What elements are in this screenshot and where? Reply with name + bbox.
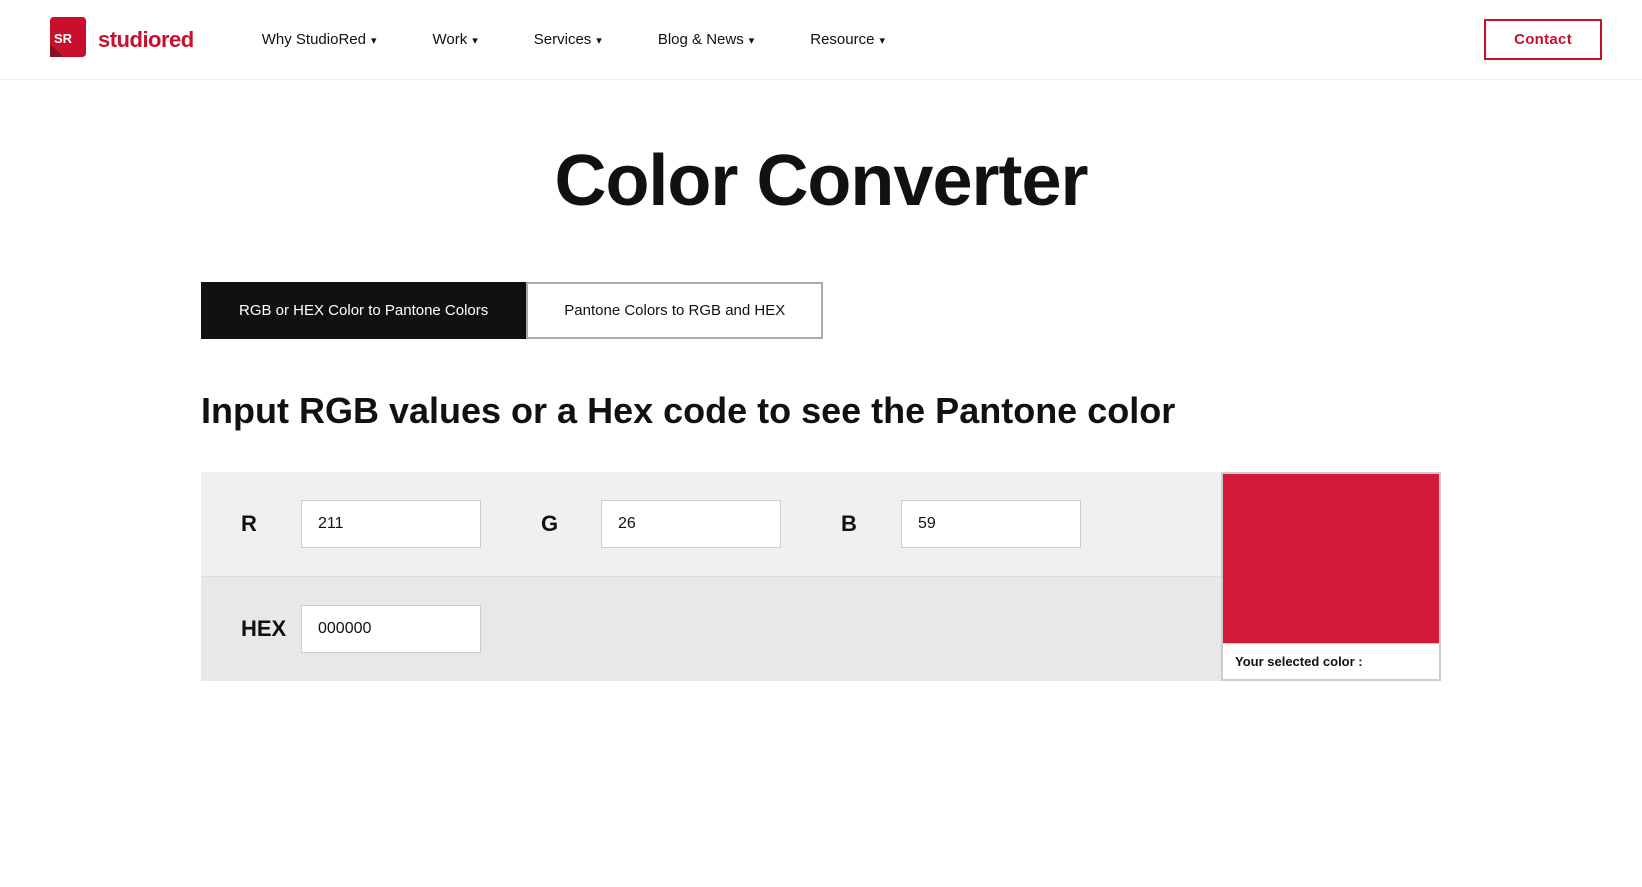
logo-text: studiored (98, 27, 194, 53)
logo-icon: SR (40, 13, 94, 67)
input-section: R G B HEX Your selected color : (201, 472, 1441, 681)
section-subtitle: Input RGB values or a Hex code to see th… (201, 389, 1441, 432)
hex-label: HEX (241, 616, 301, 642)
g-input[interactable] (601, 500, 781, 548)
b-label: B (841, 511, 901, 537)
nav-item-services[interactable]: Services ▾ (506, 0, 630, 80)
nav-item-work[interactable]: Work ▾ (405, 0, 506, 80)
svg-text:SR: SR (54, 31, 73, 46)
chevron-down-icon: ▾ (472, 34, 478, 47)
navigation: SR studiored Why StudioRed ▾ Work ▾ Serv… (0, 0, 1642, 80)
contact-button[interactable]: Contact (1484, 19, 1602, 60)
b-input[interactable] (901, 500, 1081, 548)
chevron-down-icon: ▾ (749, 34, 755, 47)
nav-item-resource[interactable]: Resource ▾ (782, 0, 913, 80)
input-fields: R G B HEX (201, 472, 1221, 681)
color-swatch (1223, 474, 1439, 643)
chevron-down-icon: ▾ (879, 34, 885, 47)
color-preview-panel: Your selected color : (1221, 472, 1441, 681)
nav-item-why[interactable]: Why StudioRed ▾ (234, 0, 405, 80)
page-title: Color Converter (201, 140, 1441, 222)
r-label: R (241, 511, 301, 537)
tab-pantone-to-rgb[interactable]: Pantone Colors to RGB and HEX (526, 282, 823, 339)
g-label: G (541, 511, 601, 537)
tab-bar: RGB or HEX Color to Pantone Colors Panto… (201, 282, 1441, 339)
nav-item-blog[interactable]: Blog & News ▾ (630, 0, 782, 80)
rgb-row: R G B (201, 472, 1221, 576)
tab-rgb-to-pantone[interactable]: RGB or HEX Color to Pantone Colors (201, 282, 526, 339)
r-input[interactable] (301, 500, 481, 548)
main-content: Color Converter RGB or HEX Color to Pant… (121, 80, 1521, 761)
logo[interactable]: SR studiored (40, 13, 194, 67)
hex-input[interactable] (301, 605, 481, 653)
hex-row: HEX (201, 576, 1221, 681)
chevron-down-icon: ▾ (596, 34, 602, 47)
nav-links: Why StudioRed ▾ Work ▾ Services ▾ Blog &… (234, 0, 1484, 80)
chevron-down-icon: ▾ (371, 34, 377, 47)
color-selected-label: Your selected color : (1223, 643, 1439, 679)
